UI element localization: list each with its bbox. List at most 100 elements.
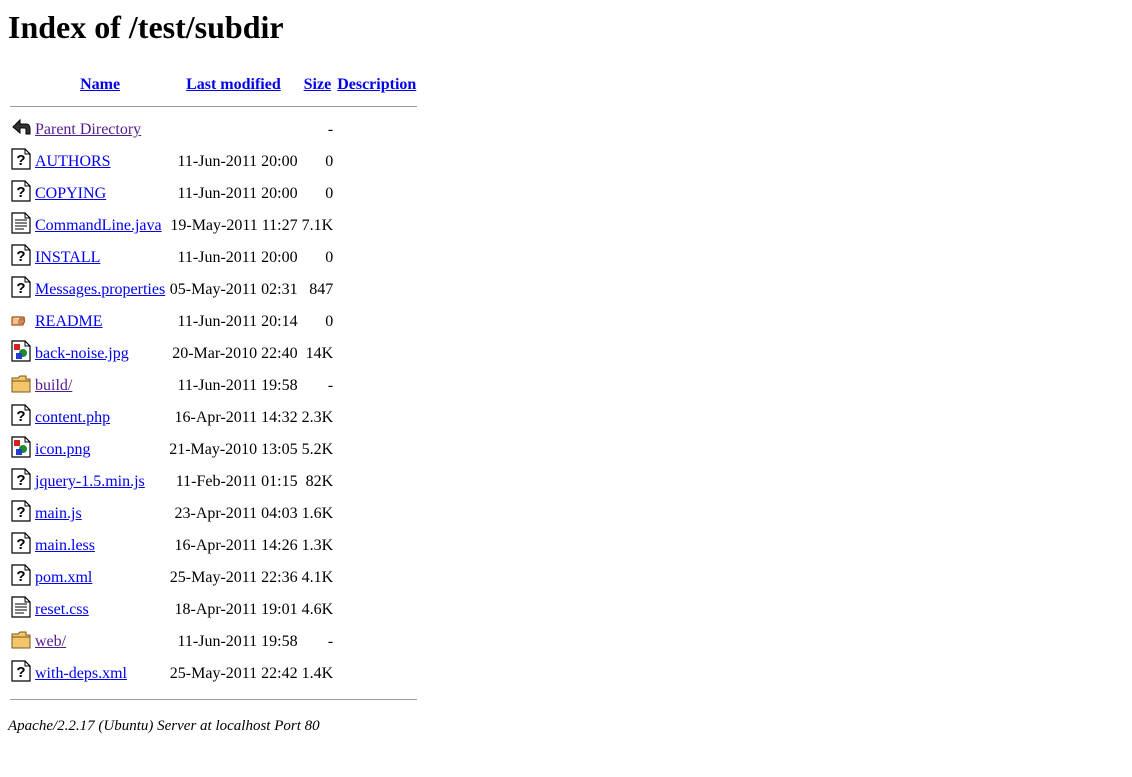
file-link[interactable]: CommandLine.java [35, 217, 162, 234]
size-cell: 7.1K [301, 217, 334, 234]
file-link[interactable]: with-deps.xml [35, 665, 127, 682]
last-modified-cell: 11-Jun-2011 20:14 [177, 313, 298, 330]
file-table: Name Last modified Size Description Pare… [8, 72, 419, 708]
header-name: Name [34, 74, 166, 96]
folder-icon [11, 372, 31, 394]
table-row: ? jquery-1.5.min.js 11-Feb-2011 01:15 82K [10, 467, 417, 497]
unknown-file-icon: ? [11, 404, 31, 426]
readme-hand-icon [11, 308, 31, 330]
size-cell: 1.3K [301, 537, 334, 554]
table-row: web/11-Jun-2011 19:58 - [10, 627, 417, 657]
file-link[interactable]: back-noise.jpg [35, 345, 129, 362]
description-cell [336, 531, 417, 561]
file-link[interactable]: AUTHORS [35, 153, 111, 170]
file-link[interactable]: INSTALL [35, 249, 100, 266]
table-row: ? main.js 23-Apr-2011 04:03 1.6K [10, 499, 417, 529]
icon-cell [10, 371, 32, 401]
table-row: build/11-Jun-2011 19:58 - [10, 371, 417, 401]
description-cell [336, 179, 417, 209]
description-cell [336, 371, 417, 401]
last-modified-cell: 11-Jun-2011 20:00 [177, 249, 298, 266]
svg-text:?: ? [16, 472, 25, 489]
table-row: CommandLine.java 19-May-2011 11:27 7.1K [10, 211, 417, 241]
icon-cell: ? [10, 243, 32, 273]
table-row: ? content.php 16-Apr-2011 14:32 2.3K [10, 403, 417, 433]
sort-by-name-link[interactable]: Name [80, 76, 120, 93]
last-modified-cell: 23-Apr-2011 04:03 [174, 505, 298, 522]
footer-separator [10, 691, 418, 706]
unknown-file-icon: ? [11, 660, 31, 682]
file-link[interactable]: main.less [35, 537, 95, 554]
description-cell [336, 435, 417, 465]
server-signature: Apache/2.2.17 (Ubuntu) Server at localho… [8, 718, 320, 734]
icon-cell: ? [10, 659, 32, 689]
table-row: ? COPYING 11-Jun-2011 20:00 0 [10, 179, 417, 209]
icon-cell [10, 211, 32, 241]
file-link[interactable]: Messages.properties [35, 281, 165, 298]
size-cell: 5.2K [301, 441, 334, 458]
svg-text:?: ? [16, 280, 25, 297]
name-cell: README [34, 307, 166, 337]
last-modified-cell: 16-Apr-2011 14:32 [174, 409, 298, 426]
icon-cell [10, 435, 32, 465]
name-cell: with-deps.xml [34, 659, 166, 689]
last-modified-cell: 21-May-2010 13:05 [169, 441, 298, 458]
svg-text:?: ? [16, 504, 25, 521]
name-cell: icon.png [34, 435, 166, 465]
svg-text:?: ? [16, 568, 25, 585]
unknown-file-icon: ? [11, 180, 31, 202]
last-modified-cell: 25-May-2011 22:36 [169, 569, 298, 586]
table-row: back-noise.jpg 20-Mar-2010 22:40 14K [10, 339, 417, 369]
file-link[interactable]: main.js [35, 505, 82, 522]
sort-by-size-link[interactable]: Size [304, 76, 332, 93]
unknown-file-icon: ? [11, 244, 31, 266]
last-modified-cell: 11-Feb-2011 01:15 [175, 473, 298, 490]
size-cell: 0 [325, 153, 334, 170]
last-modified-cell: 19-May-2011 11:27 [170, 217, 298, 234]
file-link[interactable]: web/ [35, 633, 66, 650]
description-cell [336, 211, 417, 241]
icon-cell: ? [10, 563, 32, 593]
icon-cell [10, 307, 32, 337]
description-cell [336, 595, 417, 625]
back-arrow-icon [11, 116, 31, 138]
name-cell: reset.css [34, 595, 166, 625]
last-modified-cell: 11-Jun-2011 20:00 [177, 153, 298, 170]
icon-cell: ? [10, 147, 32, 177]
file-link[interactable]: COPYING [35, 185, 106, 202]
description-cell [336, 659, 417, 689]
table-row: ? INSTALL 11-Jun-2011 20:00 0 [10, 243, 417, 273]
file-link[interactable]: reset.css [35, 601, 89, 618]
file-link[interactable]: content.php [35, 409, 110, 426]
file-link[interactable]: icon.png [35, 441, 91, 458]
last-modified-cell: 11-Jun-2011 20:00 [177, 185, 298, 202]
header-modified: Last modified [168, 74, 298, 96]
name-cell: jquery-1.5.min.js [34, 467, 166, 497]
directory-listing-page: Index of /test/subdir Name Last modified… [0, 0, 1132, 736]
icon-cell [10, 339, 32, 369]
name-cell: back-noise.jpg [34, 339, 166, 369]
name-cell: content.php [34, 403, 166, 433]
name-cell: INSTALL [34, 243, 166, 273]
file-link[interactable]: jquery-1.5.min.js [35, 473, 145, 490]
name-cell: pom.xml [34, 563, 166, 593]
file-link[interactable]: build/ [35, 377, 72, 394]
file-link[interactable]: pom.xml [35, 569, 92, 586]
sort-by-description-link[interactable]: Description [337, 76, 416, 93]
icon-cell: ? [10, 531, 32, 561]
file-link[interactable]: README [35, 313, 103, 330]
file-link[interactable]: Parent Directory [35, 121, 141, 138]
description-cell [336, 403, 417, 433]
text-file-icon [11, 212, 31, 234]
icon-cell [10, 595, 32, 625]
unknown-file-icon: ? [11, 532, 31, 554]
last-modified-cell: 11-Jun-2011 19:58 [177, 633, 298, 650]
size-cell: 4.6K [301, 601, 334, 618]
name-cell: build/ [34, 371, 166, 401]
sort-by-modified-link[interactable]: Last modified [186, 76, 281, 93]
name-cell: web/ [34, 627, 166, 657]
last-modified-cell: 16-Apr-2011 14:26 [174, 537, 298, 554]
description-cell [336, 243, 417, 273]
image-file-icon [11, 340, 31, 362]
description-cell [336, 467, 417, 497]
